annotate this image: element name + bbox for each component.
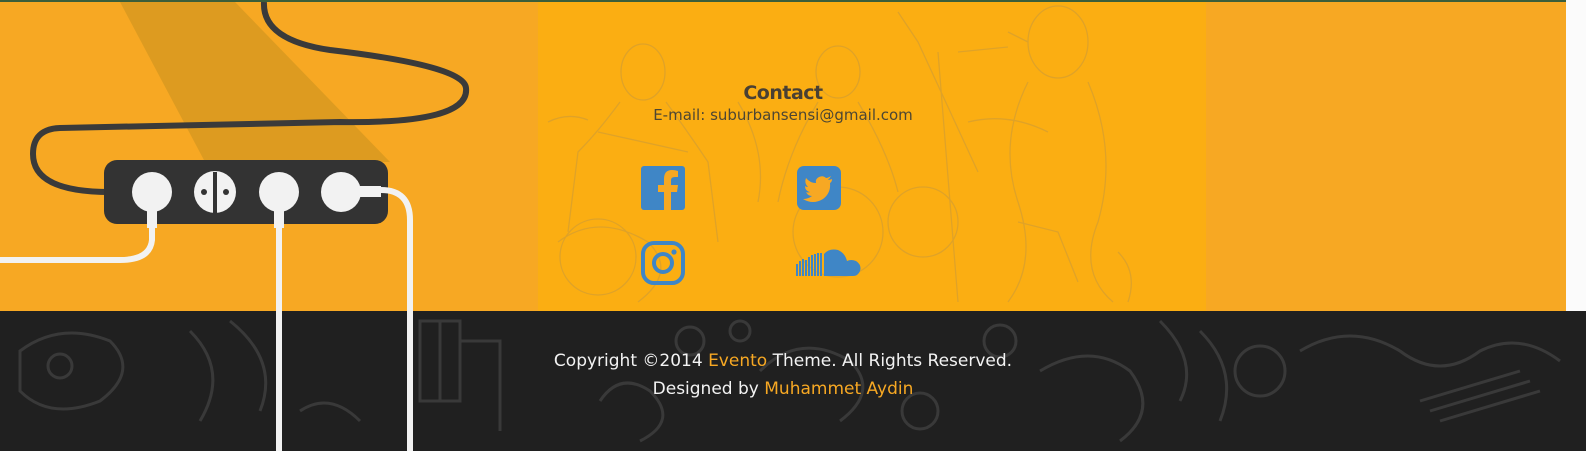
email-address[interactable]: suburbansensi@gmail.com <box>710 106 913 124</box>
facebook-link[interactable] <box>641 166 685 214</box>
copyright-prefix: Copyright ©2014 <box>553 351 703 371</box>
soundcloud-icon <box>796 249 861 276</box>
theme-link[interactable]: Evento <box>708 351 767 371</box>
designer-line: Designed by Muhammet Aydin <box>0 375 1566 403</box>
copyright-suffix: Theme. All Rights Reserved. <box>772 351 1013 371</box>
instagram-icon <box>641 241 685 285</box>
footer-credits: Copyright ©2014 Evento Theme. All Rights… <box>0 347 1566 403</box>
contact-section: Contact E-mail: suburbansensi@gmail.com <box>0 2 1586 311</box>
email-label: E-mail: <box>653 106 706 124</box>
page-edge <box>1566 0 1586 311</box>
designed-by-label: Designed by <box>652 379 759 399</box>
contact-title: Contact <box>743 81 823 104</box>
facebook-icon <box>641 166 685 210</box>
twitter-icon <box>797 166 841 210</box>
power-strip-illustration <box>29 2 470 224</box>
copyright-line: Copyright ©2014 Evento Theme. All Rights… <box>0 347 1566 375</box>
soundcloud-link[interactable] <box>796 248 864 282</box>
band-sketch-illustration <box>547 5 1132 303</box>
contact-email[interactable]: E-mail: suburbansensi@gmail.com <box>538 106 1028 124</box>
footer: Copyright ©2014 Evento Theme. All Rights… <box>0 311 1586 451</box>
instagram-link[interactable] <box>641 241 685 289</box>
designer-link[interactable]: Muhammet Aydin <box>764 379 913 399</box>
twitter-link[interactable] <box>797 166 841 214</box>
band-sketch-background <box>538 2 1206 311</box>
